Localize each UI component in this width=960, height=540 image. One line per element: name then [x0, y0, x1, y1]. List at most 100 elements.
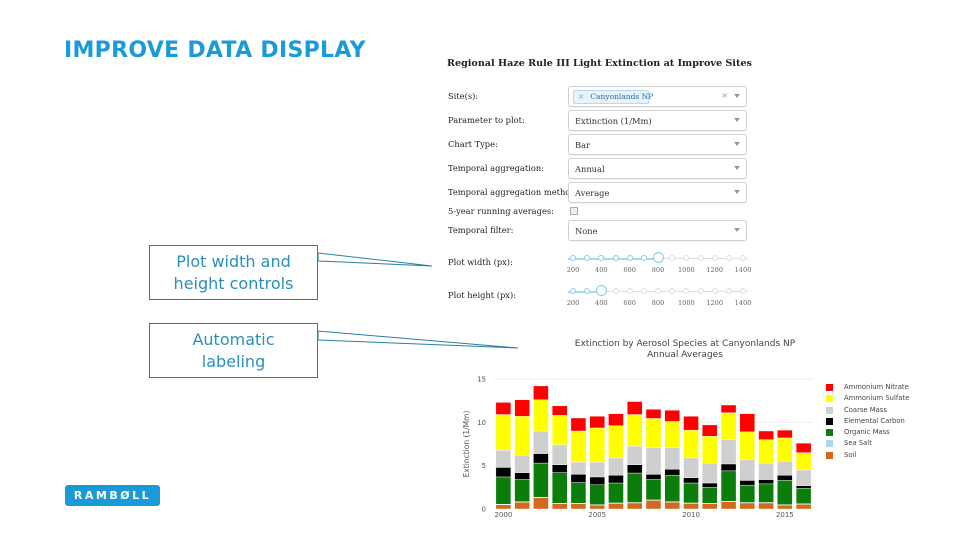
legend-swatch — [826, 384, 833, 391]
chevron-down-icon[interactable] — [734, 228, 740, 232]
slider-step-dot[interactable] — [626, 255, 633, 261]
bar-segment — [551, 472, 568, 504]
plot-height-slider[interactable]: 200 400 600 800 1000 1200 1400 — [566, 285, 751, 315]
aggregation-method-select[interactable]: Average — [568, 182, 747, 203]
panel-title: Regional Haze Rule III Light Extinction … — [447, 58, 752, 69]
bar-segment — [645, 479, 662, 501]
slider-handle[interactable] — [652, 252, 664, 263]
legend-label: Sea Salt — [844, 439, 872, 448]
slider-handle[interactable] — [595, 285, 607, 296]
chevron-down-icon[interactable] — [734, 118, 740, 122]
slider-step-dot[interactable] — [570, 288, 576, 294]
bar-segment — [533, 385, 549, 401]
bar-segment — [514, 479, 530, 502]
slider-step-dot[interactable] — [725, 255, 732, 261]
bar-segment — [702, 487, 718, 504]
field-sites: Site(s): × Canyonlands NP × — [447, 86, 747, 107]
bar-segment — [627, 401, 643, 415]
slider-tick-label: 400 — [595, 299, 608, 307]
slider-step-dot[interactable] — [711, 288, 718, 294]
slider-step-dot[interactable] — [669, 255, 676, 261]
bar-segment — [664, 447, 680, 470]
field-label: Temporal aggregation: — [448, 163, 545, 173]
remove-chip-icon[interactable]: × — [578, 92, 584, 101]
slider-step-dot[interactable] — [725, 288, 732, 294]
legend-swatch — [826, 429, 833, 437]
y-tick-label: 15 — [477, 376, 486, 384]
slider-step-dot[interactable] — [640, 255, 647, 261]
callout-plot-size-controls: Plot width and height controls — [149, 245, 318, 300]
bar-segment — [533, 399, 549, 432]
slider-step-dot[interactable] — [584, 288, 591, 294]
field-chart-type: Chart Type: Bar — [447, 134, 747, 155]
bar-segment — [683, 429, 699, 459]
bar-segment — [589, 416, 605, 429]
legend-swatch — [826, 406, 833, 414]
bar-segment — [495, 414, 512, 451]
settings-panel: Regional Haze Rule III Light Extinction … — [447, 58, 757, 307]
bar-segment — [739, 431, 756, 460]
chart-title: Extinction by Aerosol Species at Canyonl… — [574, 339, 796, 349]
slider-step-dot[interactable] — [683, 255, 690, 261]
bar-segment — [795, 442, 812, 453]
x-tick-label: 2015 — [776, 511, 794, 519]
bar-segment — [514, 501, 530, 510]
slider-step-dot[interactable] — [711, 255, 718, 261]
field-aggregation-method: Temporal aggregation method: Average — [447, 182, 747, 203]
bar-segment — [645, 409, 662, 419]
slider-step-dot[interactable] — [640, 288, 647, 294]
bar-segment — [608, 503, 624, 510]
slider-step-dot[interactable] — [740, 288, 746, 294]
legend-swatch — [826, 395, 833, 403]
parameter-select[interactable]: Extinction (1/Mm) — [568, 110, 747, 131]
slider-step-dot[interactable] — [740, 255, 746, 261]
slider-step-dot[interactable] — [669, 288, 676, 294]
slider-tick-label: 800 — [651, 266, 665, 274]
slider-step-dot[interactable] — [570, 255, 576, 261]
slider-step-dot[interactable] — [598, 255, 605, 261]
chevron-down-icon[interactable] — [734, 190, 740, 194]
select-value: Average — [575, 188, 610, 198]
callout-text-line: height controls — [173, 273, 294, 293]
legend-label: Ammonium Sulfate — [844, 394, 910, 403]
slider-step-dot[interactable] — [612, 255, 619, 261]
bar-segment — [702, 462, 718, 484]
select-value: Extinction (1/Mm) — [575, 116, 652, 126]
bar-segment — [739, 480, 756, 486]
chart-title-block: Extinction by Aerosol Species at Canyonl… — [540, 339, 830, 361]
temporal-aggregation-select[interactable]: Annual — [568, 158, 747, 179]
field-plot-width: Plot width (px): 200 400 600 800 1000 1200 140… — [447, 252, 751, 282]
chevron-down-icon[interactable] — [734, 142, 740, 146]
running-averages-checkbox[interactable] — [570, 207, 578, 215]
slider-step-dot[interactable] — [655, 288, 661, 294]
slider-step-dot[interactable] — [697, 288, 704, 294]
site-chip-label: Canyonlands NP — [590, 92, 654, 101]
bar-segment — [758, 430, 774, 440]
slider-step-dot[interactable] — [697, 255, 704, 261]
slider-tick-label: 1200 — [706, 266, 724, 274]
slider-step-dot[interactable] — [683, 288, 690, 294]
slider-step-dot[interactable] — [612, 288, 619, 294]
bar-segment — [777, 437, 793, 462]
chevron-down-icon[interactable] — [734, 166, 740, 170]
chart-type-select[interactable]: Bar — [568, 134, 747, 155]
x-tick-label: 2005 — [588, 511, 606, 519]
slider-step-dot[interactable] — [584, 255, 591, 261]
bar-segment — [495, 449, 512, 468]
legend-label: Organic Mass — [844, 428, 890, 437]
legend-label: Elemental Carbon — [844, 416, 905, 425]
bar-segment — [570, 417, 587, 432]
chevron-down-icon[interactable] — [734, 94, 740, 98]
slider-tick-label: 600 — [623, 299, 636, 307]
plot-width-slider[interactable]: 200 400 600 800 1000 1200 1400 — [567, 252, 751, 282]
clear-icon[interactable]: × — [721, 91, 728, 100]
temporal-filter-select[interactable]: None — [568, 220, 747, 241]
slider-step-dot[interactable] — [626, 288, 633, 294]
bar-segment — [570, 503, 587, 510]
select-value: None — [575, 226, 598, 236]
bar-segment — [533, 453, 549, 464]
slider-tick-label: 200 — [566, 299, 580, 307]
sites-multiselect[interactable]: × Canyonlands NP × — [568, 86, 747, 107]
site-chip[interactable]: × Canyonlands NP — [573, 90, 653, 104]
bar-segment — [495, 476, 512, 505]
